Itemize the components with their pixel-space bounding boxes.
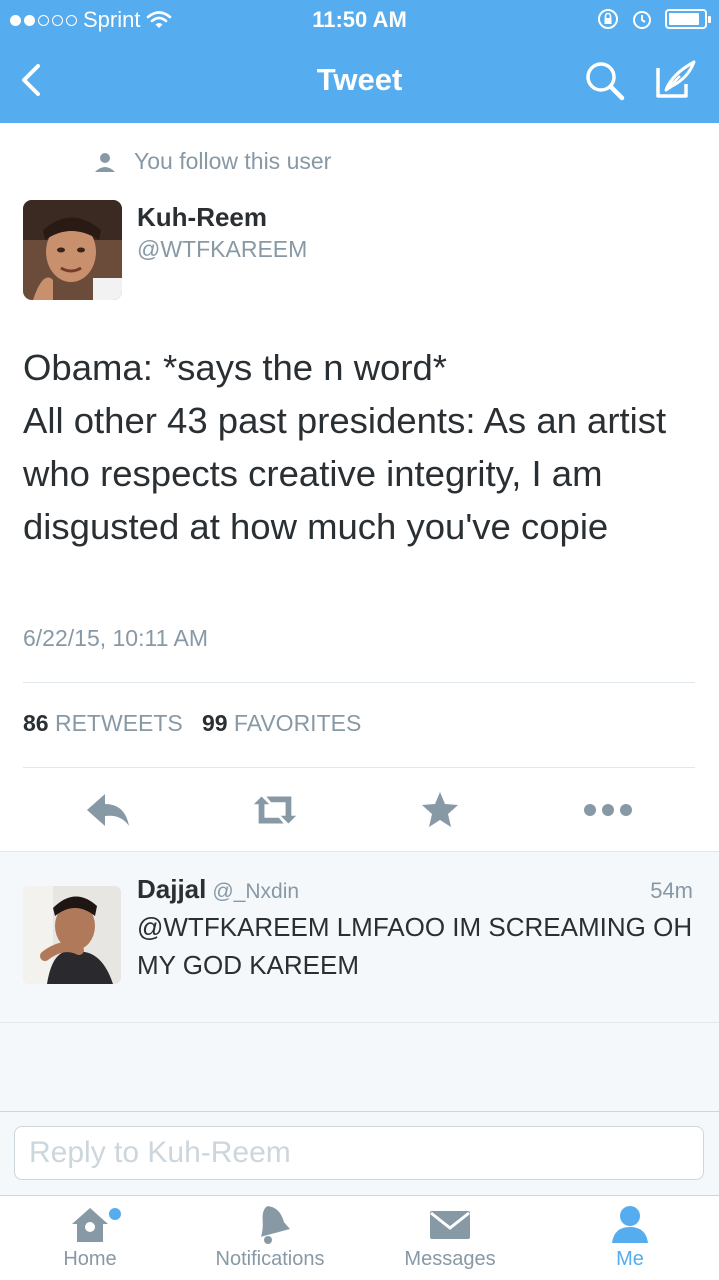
- battery-icon: [665, 9, 711, 29]
- retweets-stat[interactable]: 86 RETWEETS: [23, 710, 183, 736]
- rotation-lock-icon: [598, 9, 618, 29]
- home-notification-dot: [109, 1208, 121, 1220]
- author-avatar-image: [23, 200, 122, 300]
- divider: [23, 767, 695, 768]
- retweets-count: 86: [23, 710, 49, 736]
- avatar[interactable]: [23, 886, 121, 984]
- reply-item[interactable]: Dajjal @_Nxdin 54m @WTFKAREEM LMFAOO IM S…: [0, 852, 719, 1023]
- tweet-text: Obama: *says the n word* All other 43 pa…: [23, 347, 667, 547]
- retweet-button[interactable]: [250, 787, 300, 833]
- tab-me-label: Me: [616, 1248, 644, 1270]
- tweet-stats: 86 RETWEETS 99 FAVORITES: [23, 710, 361, 737]
- search-icon[interactable]: [582, 58, 628, 104]
- home-icon: [72, 1208, 108, 1242]
- reply-author-handle: @_Nxdin: [212, 880, 300, 903]
- tweet-date: 6/22/15, 10:11 AM: [23, 625, 208, 651]
- top-bar: Sprint 11:50 AM Tweet: [0, 0, 719, 123]
- author-handle[interactable]: @WTFKAREEM: [137, 236, 307, 263]
- reply-author[interactable]: Dajjal @_Nxdin: [137, 874, 299, 905]
- tab-notifications[interactable]: Notifications: [195, 1202, 345, 1278]
- person-icon: [612, 1206, 648, 1243]
- more-icon: [584, 804, 632, 816]
- avatar[interactable]: [23, 200, 122, 300]
- reply-timestamp: 54m: [650, 878, 693, 903]
- alarm-icon: [633, 11, 651, 29]
- replies-section: Dajjal @_Nxdin 54m @WTFKAREEM LMFAOO IM S…: [0, 851, 719, 1111]
- status-bar: Sprint 11:50 AM: [0, 0, 719, 40]
- battery-fill: [669, 13, 700, 25]
- reply-avatar-image: [23, 886, 121, 984]
- reply-author-name: Dajjal: [137, 874, 207, 904]
- retweets-label: RETWEETS: [54, 710, 183, 736]
- tab-bar: Home Notifications Messages Me: [0, 1195, 719, 1280]
- nav-bar: Tweet: [0, 40, 719, 123]
- reply-icon: [87, 794, 129, 826]
- more-button[interactable]: [583, 787, 633, 833]
- status-right: [597, 8, 711, 30]
- tab-messages-label: Messages: [404, 1248, 496, 1270]
- tab-home[interactable]: Home: [15, 1202, 165, 1278]
- tab-me[interactable]: Me: [555, 1202, 705, 1278]
- favorite-button[interactable]: [415, 787, 465, 833]
- star-icon: [422, 792, 458, 827]
- compose-bar: [0, 1111, 719, 1195]
- favorites-count: 99: [201, 710, 228, 736]
- envelope-icon: [430, 1211, 470, 1239]
- follow-notice: You follow this user: [94, 148, 331, 175]
- compose-icon[interactable]: [652, 56, 700, 104]
- author-name[interactable]: Kuh-Reem: [137, 202, 267, 233]
- person-icon: [95, 152, 115, 172]
- divider: [23, 682, 695, 683]
- reply-text: @WTFKAREEM LMFAOO IM SCREAMING OH MY GOD…: [137, 912, 693, 980]
- reply-input[interactable]: [14, 1126, 704, 1180]
- tab-home-label: Home: [63, 1248, 117, 1270]
- favorites-label: FAVORITES: [233, 710, 362, 736]
- tab-notifications-label: Notifications: [215, 1248, 325, 1270]
- reply-button[interactable]: [84, 787, 134, 833]
- favorites-stat[interactable]: 99 FAVORITES: [202, 710, 361, 736]
- tab-messages[interactable]: Messages: [375, 1202, 525, 1278]
- retweet-icon: [253, 796, 297, 824]
- bell-icon: [260, 1206, 290, 1244]
- follow-notice-text: You follow this user: [134, 148, 332, 174]
